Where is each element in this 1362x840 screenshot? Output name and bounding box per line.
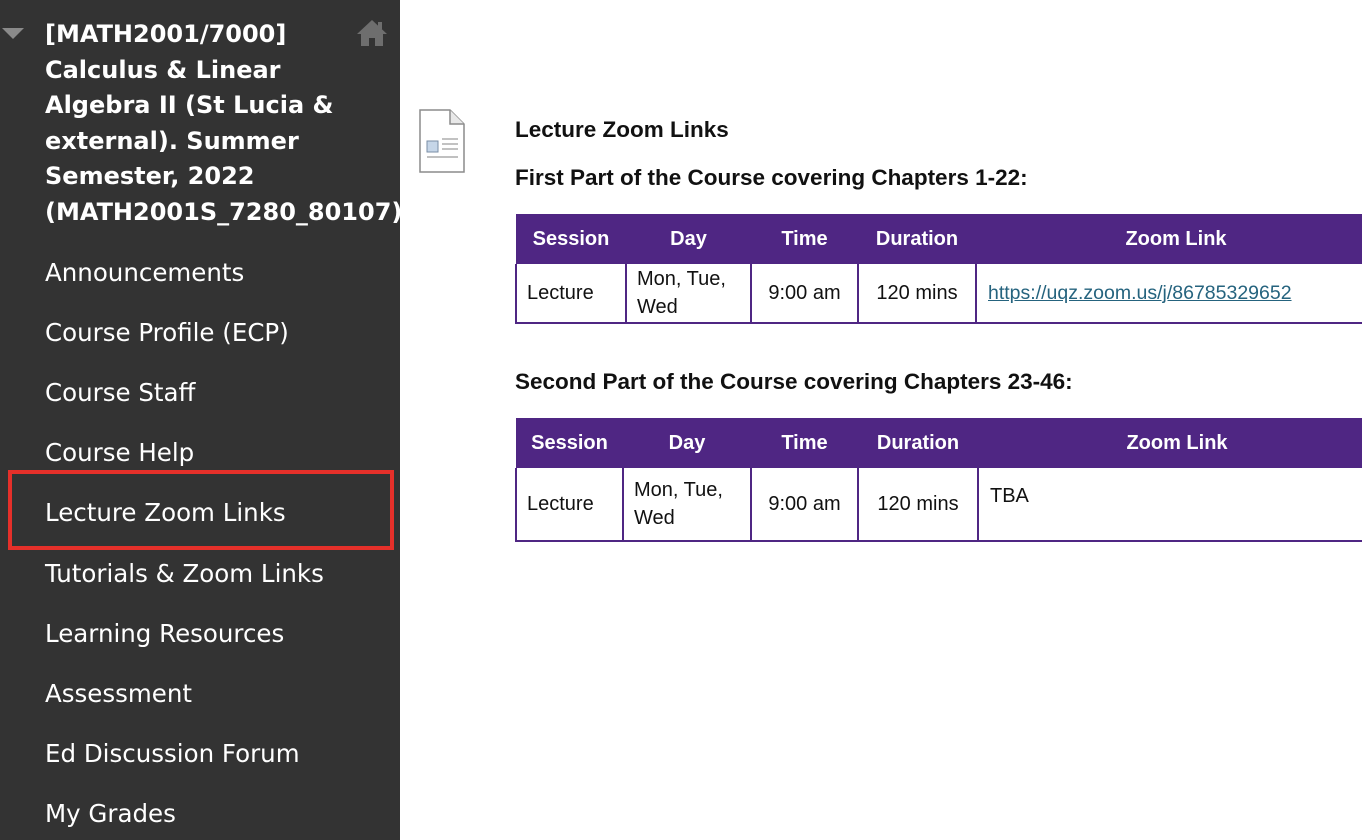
cell-zoom-link: https://uqz.zoom.us/j/86785329652	[975, 264, 1362, 324]
cell-day-line-2: Wed	[634, 507, 675, 529]
nav-assessment[interactable]: Assessment	[45, 679, 192, 709]
header-zoom-link: Zoom Link	[976, 214, 1362, 264]
cell-duration: 120 mins	[857, 264, 977, 324]
cell-time: 9:00 am	[750, 468, 859, 542]
caret-down-icon[interactable]	[2, 28, 24, 39]
document-icon	[419, 109, 465, 173]
header-time: Time	[751, 418, 858, 468]
header-day: Day	[626, 214, 751, 264]
cell-session: Lecture	[515, 468, 624, 542]
cell-day: Mon, Tue, Wed	[625, 264, 752, 324]
cell-session: Lecture	[515, 264, 627, 324]
nav-course-staff[interactable]: Course Staff	[45, 378, 195, 408]
table-header-row: Session Day Time Duration Zoom Link	[516, 214, 1362, 264]
nav-announcements[interactable]: Announcements	[45, 258, 244, 288]
header-session: Session	[516, 214, 626, 264]
header-duration: Duration	[858, 214, 976, 264]
table-row: Lecture Mon, Tue, Wed 9:00 am 120 mins TB…	[515, 468, 1362, 542]
cell-duration: 120 mins	[857, 468, 979, 542]
section-heading-part-1: First Part of the Course covering Chapte…	[515, 165, 1028, 190]
zoom-link[interactable]: https://uqz.zoom.us/j/86785329652	[988, 282, 1292, 304]
nav-lecture-zoom-links[interactable]: Lecture Zoom Links	[45, 498, 286, 528]
cell-zoom-link: TBA	[977, 468, 1362, 542]
cell-time: 9:00 am	[750, 264, 859, 324]
course-sidebar: [MATH2001/7000] Calculus & Linear Algebr…	[0, 0, 400, 840]
cell-day-line-1: Mon, Tue,	[637, 268, 726, 290]
lecture-table-part-2: Session Day Time Duration Zoom Link Lect…	[515, 418, 1362, 542]
cell-day-line-2: Wed	[637, 296, 678, 318]
header-zoom-link: Zoom Link	[978, 418, 1362, 468]
course-title[interactable]: [MATH2001/7000] Calculus & Linear Algebr…	[45, 17, 400, 231]
header-duration: Duration	[858, 418, 978, 468]
nav-my-grades[interactable]: My Grades	[45, 799, 176, 829]
cell-day: Mon, Tue, Wed	[622, 468, 752, 542]
header-day: Day	[623, 418, 751, 468]
header-session: Session	[516, 418, 623, 468]
nav-learning-resources[interactable]: Learning Resources	[45, 619, 284, 649]
nav-course-help[interactable]: Course Help	[45, 438, 194, 468]
nav-tutorials-zoom-links[interactable]: Tutorials & Zoom Links	[45, 559, 324, 589]
header-time: Time	[751, 214, 858, 264]
page-title: Lecture Zoom Links	[515, 117, 729, 142]
section-heading-part-2: Second Part of the Course covering Chapt…	[515, 369, 1073, 394]
table-header-row: Session Day Time Duration Zoom Link	[516, 418, 1362, 468]
cell-day-line-1: Mon, Tue,	[634, 479, 723, 501]
lecture-table-part-1: Session Day Time Duration Zoom Link Lect…	[515, 214, 1362, 324]
nav-ed-discussion-forum[interactable]: Ed Discussion Forum	[45, 739, 300, 769]
nav-course-profile[interactable]: Course Profile (ECP)	[45, 318, 289, 348]
table-row: Lecture Mon, Tue, Wed 9:00 am 120 mins ht…	[515, 264, 1362, 324]
